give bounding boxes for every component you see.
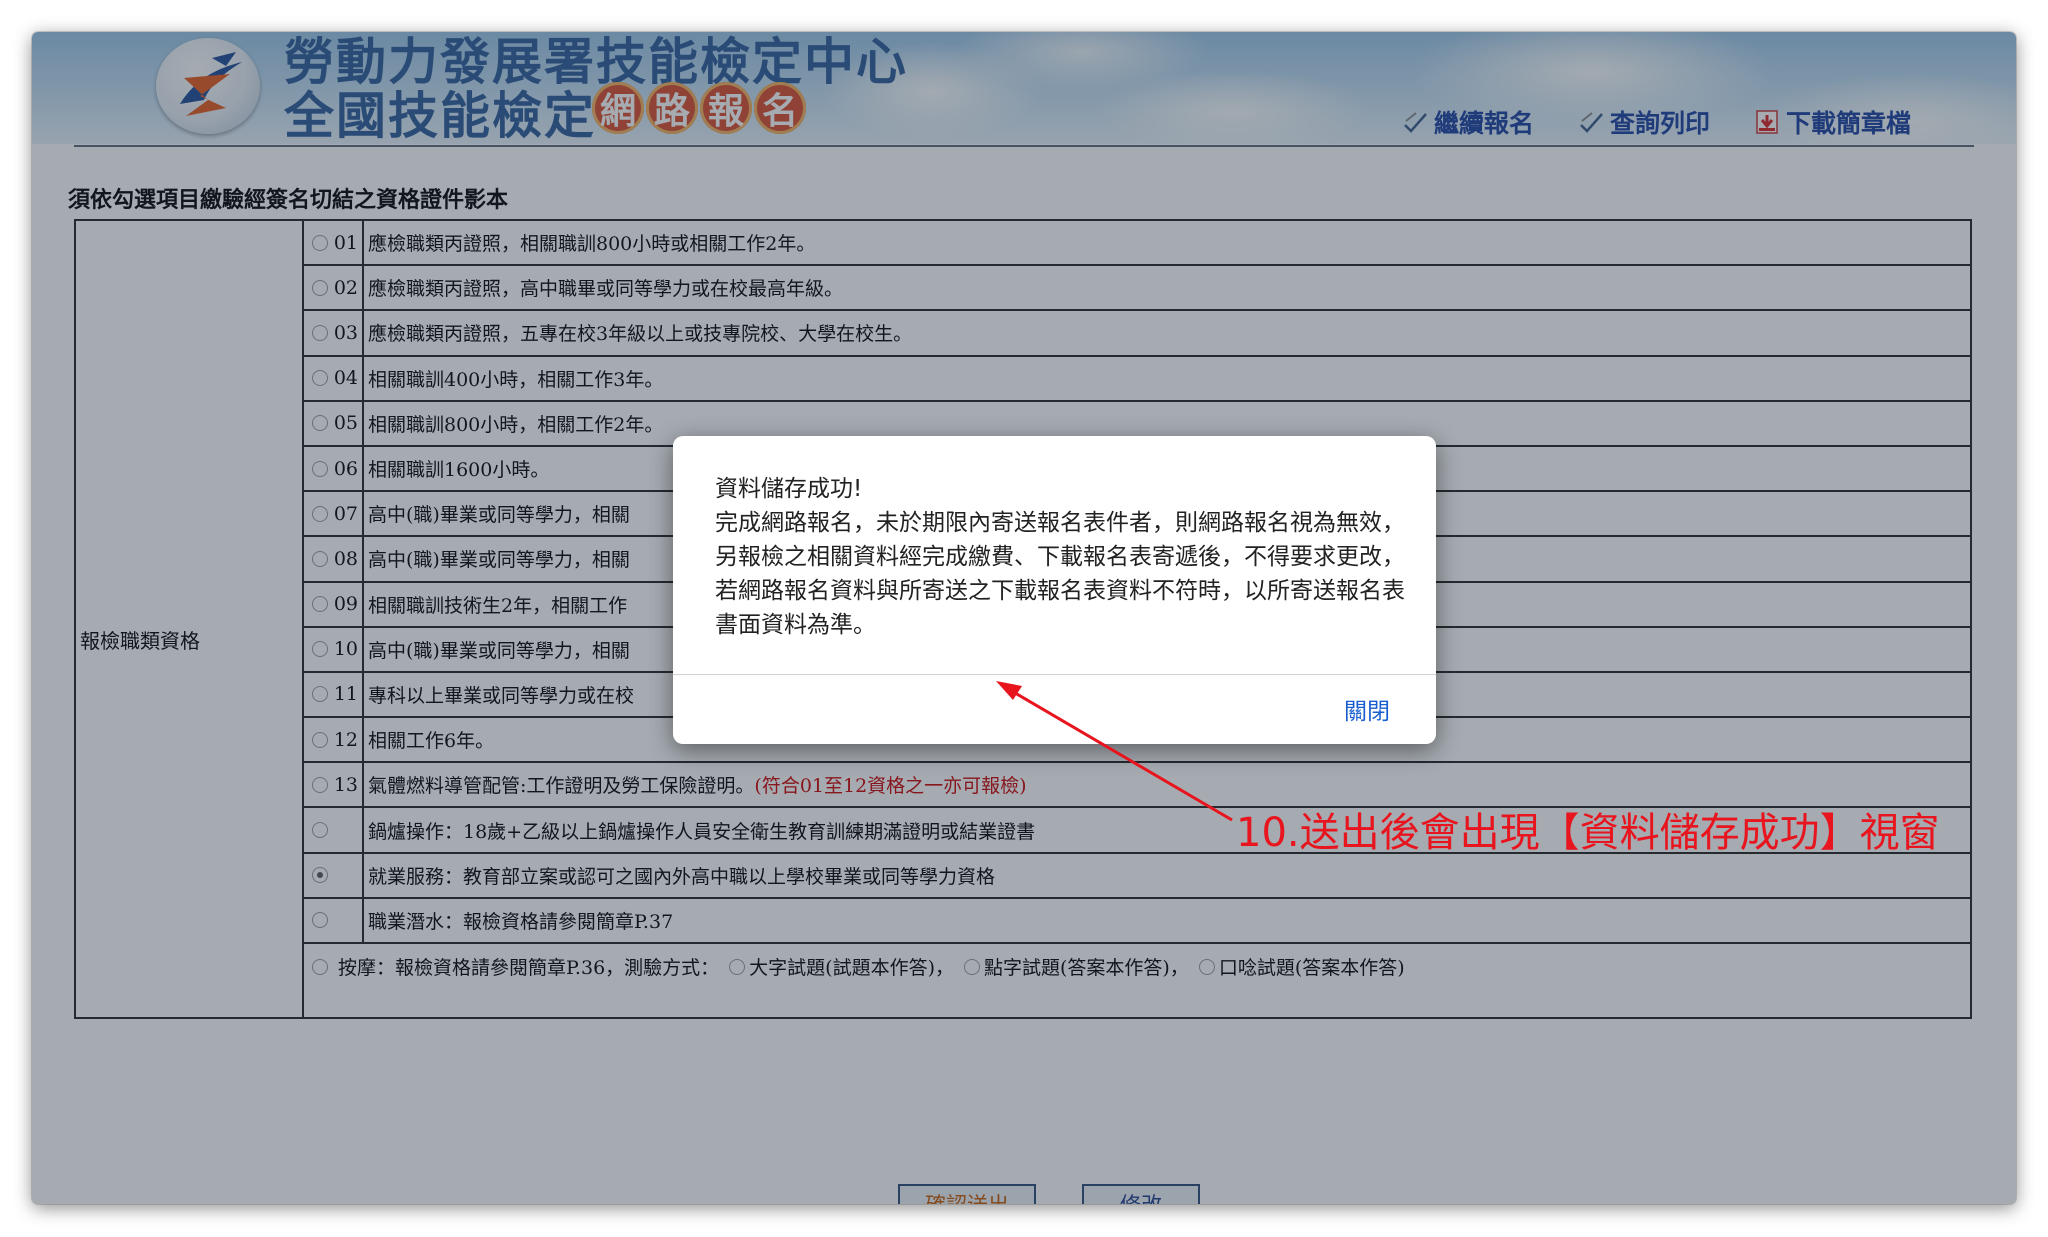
dialog-message: 完成網路報名，未於期限內寄送報名表件者，則網路報名視為無效，另報檢之相關資料經完… bbox=[715, 510, 1405, 638]
annotation-text: 10.送出後會出現【資料儲存成功】視窗 bbox=[1236, 810, 1940, 856]
save-success-dialog: 資料儲存成功! 完成網路報名，未於期限內寄送報名表件者，則網路報名視為無效，另報… bbox=[673, 436, 1436, 744]
dialog-divider bbox=[673, 674, 1436, 675]
dialog-body: 資料儲存成功! 完成網路報名，未於期限內寄送報名表件者，則網路報名視為無效，另報… bbox=[715, 472, 1405, 642]
browser-window: 勞動力發展署技能檢定中心 全國技能檢定 網 路 報 名 繼續報名 查詢列印 下載… bbox=[32, 32, 2016, 1204]
close-button[interactable]: 關閉 bbox=[1344, 692, 1390, 726]
dialog-title: 資料儲存成功! bbox=[715, 476, 863, 502]
